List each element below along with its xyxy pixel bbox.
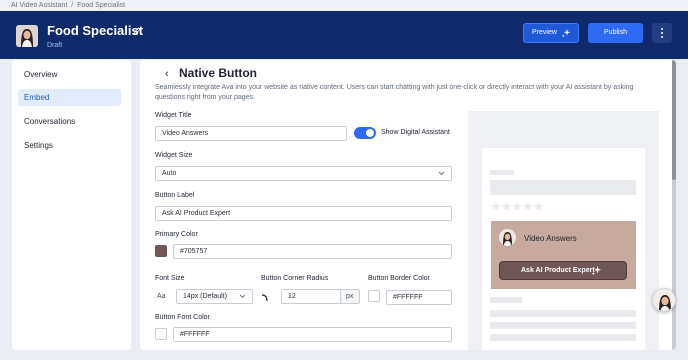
- corner-radius-label: Button Corner Radius: [261, 275, 329, 282]
- sidebar-item-conversations[interactable]: Conversations: [18, 113, 121, 130]
- assistant-avatar: [16, 25, 38, 47]
- skeleton-line: [490, 334, 636, 341]
- primary-color-input[interactable]: #705757: [173, 244, 452, 259]
- font-size-select[interactable]: 14px (Default): [176, 289, 253, 304]
- draft-status-badge: Draft: [47, 42, 63, 49]
- sidebar: Overview Embed Conversations Settings: [12, 60, 131, 350]
- breadcrumb-link-ai-video-assistant[interactable]: AI Video Assistant: [11, 2, 67, 9]
- primary-color-swatch[interactable]: [155, 245, 167, 257]
- font-color-label: Button Font Color: [155, 314, 210, 321]
- font-size-icon: Aa: [157, 293, 166, 300]
- breadcrumb-separator: /: [71, 2, 74, 9]
- page-title: Native Button: [179, 66, 257, 80]
- rating-stars: ★★★★★: [490, 199, 544, 214]
- corner-radius-input[interactable]: 12: [281, 289, 341, 304]
- border-color-label: Button Border Color: [368, 275, 430, 282]
- font-size-label: Font Size: [155, 275, 185, 282]
- widget-title-text: Video Answers: [524, 234, 577, 243]
- skeleton-line: [490, 310, 636, 317]
- publish-button[interactable]: Publish: [588, 23, 643, 43]
- font-color-input[interactable]: #FFFFFF: [173, 327, 452, 342]
- font-size-value: 14px (Default): [183, 293, 227, 300]
- sidebar-item-settings[interactable]: Settings: [18, 137, 121, 154]
- more-options-icon[interactable]: [652, 23, 672, 43]
- show-digital-assistant-toggle[interactable]: [354, 127, 376, 139]
- widget-title-input[interactable]: Video Answers: [155, 126, 347, 141]
- preview-button-label: Preview: [532, 29, 557, 36]
- primary-color-label: Primary Color: [155, 231, 198, 238]
- skeleton-line: [490, 322, 636, 329]
- button-label-input[interactable]: Ask AI Product Expert: [155, 206, 452, 221]
- ask-ai-button-label: Ask AI Product Expert: [521, 267, 595, 274]
- button-label-label: Button Label: [155, 192, 195, 199]
- chevron-down-icon: [438, 171, 445, 176]
- sparkle-icon: [591, 266, 602, 276]
- preview-button[interactable]: Preview: [523, 23, 579, 43]
- corner-radius-unit: px: [340, 289, 360, 304]
- skeleton-block: [490, 180, 636, 195]
- font-color-swatch[interactable]: [155, 328, 167, 340]
- sidebar-item-embed[interactable]: Embed: [18, 89, 121, 106]
- sparkle-icon: [561, 29, 571, 38]
- widget-size-label: Widget Size: [155, 152, 193, 159]
- corner-radius-icon: [261, 294, 268, 302]
- ask-ai-button-preview[interactable]: Ask AI Product Expert: [499, 261, 627, 280]
- floating-assistant-avatar[interactable]: [652, 288, 676, 312]
- widget-size-select[interactable]: Auto: [155, 166, 452, 181]
- breadcrumb: AI Video Assistant / Food Specialist: [0, 0, 688, 11]
- page-description: Seamlessly integrate Ava into your websi…: [155, 84, 634, 101]
- skeleton-line: [490, 170, 514, 175]
- show-digital-assistant-label: Show Digital Assistant: [381, 129, 450, 136]
- border-color-input[interactable]: #FFFFFF: [386, 290, 452, 305]
- skeleton-line: [490, 297, 522, 303]
- back-arrow-icon[interactable]: ‹: [165, 68, 169, 80]
- widget-avatar: [499, 229, 516, 246]
- edit-pencil-icon[interactable]: [133, 27, 141, 35]
- breadcrumb-current: Food Specialist: [77, 2, 126, 9]
- sidebar-item-overview[interactable]: Overview: [18, 66, 121, 83]
- border-color-swatch[interactable]: [368, 290, 380, 302]
- page-header-title: Food Specialist: [47, 23, 144, 38]
- chevron-down-icon: [239, 294, 246, 299]
- app-header: Food Specialist Draft Preview Publish: [0, 11, 688, 59]
- widget-size-value: Auto: [162, 170, 177, 177]
- widget-title-label: Widget Title: [155, 112, 192, 119]
